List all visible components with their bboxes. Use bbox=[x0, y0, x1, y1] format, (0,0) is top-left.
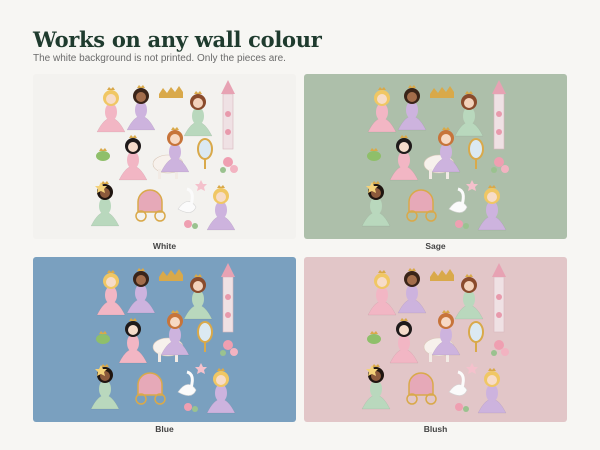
panel-label-sage: Sage bbox=[425, 241, 446, 251]
preview-panel-sage bbox=[304, 74, 567, 239]
page-subtitle: The white background is not printed. Onl… bbox=[33, 53, 286, 64]
preview-panel-white bbox=[33, 74, 296, 239]
sticker-art-blush bbox=[361, 263, 509, 414]
sticker-art-blue bbox=[90, 263, 238, 414]
sticker-art-white bbox=[90, 80, 238, 231]
preview-panel-blue bbox=[33, 257, 296, 422]
sticker-art-sage bbox=[361, 80, 509, 231]
panel-label-blue: Blue bbox=[155, 424, 174, 434]
page-title: Works on any wall colour bbox=[33, 27, 322, 52]
panel-label-white: White bbox=[152, 241, 177, 251]
preview-panel-blush bbox=[304, 257, 567, 422]
panel-label-blush: Blush bbox=[423, 424, 448, 434]
